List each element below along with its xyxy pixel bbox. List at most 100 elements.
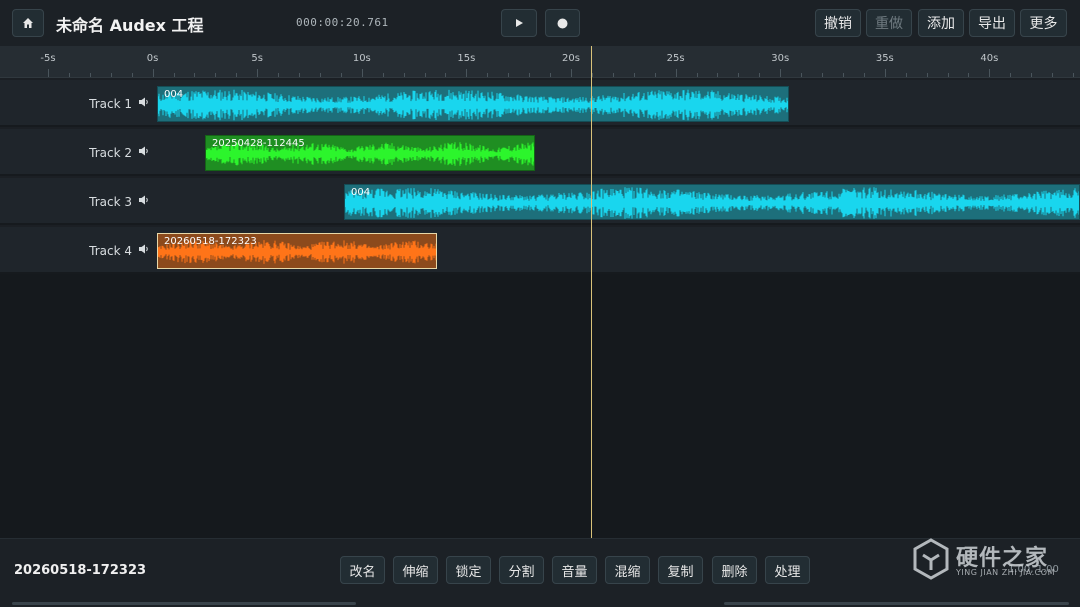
export-button[interactable]: 导出 — [969, 9, 1015, 37]
ruler-tick-line — [194, 73, 196, 77]
ruler-tick-line — [738, 73, 740, 77]
track-row-4[interactable]: Track 4 20260518-172323 — [0, 227, 1080, 274]
speaker-icon[interactable] — [138, 96, 150, 108]
watermark-logo: 硬件之家 YING JIAN ZHI JIA.COM — [912, 538, 1072, 582]
ruler-tick-line — [110, 73, 112, 77]
playhead[interactable] — [591, 46, 592, 538]
ruler-tick-label: 30s — [771, 53, 790, 64]
scrollbar-left[interactable] — [12, 602, 356, 605]
ruler-tick-label: 15s — [457, 53, 476, 64]
clip-label: 20260518-172323 — [164, 236, 257, 247]
ruler-tick-line — [382, 73, 384, 77]
scrollbar-right[interactable] — [724, 602, 1069, 605]
ruler-tick-label: 35s — [875, 53, 894, 64]
ruler-tick-label: 10s — [352, 53, 371, 64]
waveform-path — [345, 187, 1079, 219]
speaker-icon[interactable] — [138, 194, 150, 206]
top-toolbar: 未命名 Audex 工程 000:00:20.761 撤销 重做 添加 导出 更… — [0, 0, 1080, 46]
ruler-tick-line — [759, 73, 761, 77]
ruler-tick-label: 40s — [980, 53, 999, 64]
ruler-tick-line — [131, 73, 133, 77]
ruler-tick-line — [361, 69, 363, 77]
ruler-tick-line — [989, 69, 991, 77]
ruler-tick-line — [466, 69, 468, 77]
ruler-tick-line — [1073, 73, 1075, 77]
ruler-tick-line — [780, 69, 782, 77]
speaker-icon[interactable] — [138, 145, 150, 157]
ruler-tick-label: 20s — [562, 53, 580, 64]
ruler-tick-line — [424, 73, 426, 77]
audio-clip[interactable]: 004 — [344, 184, 1080, 220]
clip-label: 004 — [351, 187, 371, 198]
ruler-tick-line — [173, 73, 175, 77]
ruler-tick-line — [926, 73, 928, 77]
stretch-button[interactable]: 伸缩 — [393, 556, 438, 584]
timecode-display: 000:00:20.761 — [296, 16, 389, 29]
copy-button[interactable]: 复制 — [658, 556, 703, 584]
audio-clip[interactable]: 20250428-112445 — [205, 135, 535, 171]
ruler-tick-line — [48, 69, 49, 77]
empty-track-area[interactable] — [0, 274, 1080, 538]
watermark-subtext: YING JIAN ZHI JIA.COM — [956, 568, 1055, 577]
volume-button[interactable]: 音量 — [552, 556, 597, 584]
ruler-tick-line — [257, 69, 259, 77]
ruler-tick-line — [299, 73, 301, 77]
ruler-tick-line — [863, 73, 865, 77]
play-button[interactable] — [501, 9, 537, 37]
home-button[interactable] — [12, 9, 44, 37]
track-name: Track 3 — [89, 195, 132, 209]
clip-label: 20250428-112445 — [212, 138, 305, 149]
track-name: Track 1 — [89, 97, 132, 111]
track-row-2[interactable]: Track 2 20250428-112445 — [0, 129, 1080, 176]
ruler-tick-line — [822, 73, 824, 77]
redo-button[interactable]: 重做 — [866, 9, 912, 37]
timeline-ruler[interactable]: -5s 0s 5s 10s 15s 20s 25s 30s 35s 40s — [0, 46, 1080, 78]
audio-clip-selected[interactable]: 20260518-172323 — [157, 233, 437, 269]
audio-clip[interactable]: 004 — [157, 86, 789, 122]
waveform — [345, 187, 1079, 219]
ruler-tick-line — [1010, 73, 1012, 77]
undo-button[interactable]: 撤销 — [815, 9, 861, 37]
ruler-tick-line — [1031, 73, 1033, 77]
rename-button[interactable]: 改名 — [340, 556, 385, 584]
mixdown-button[interactable]: 混缩 — [605, 556, 650, 584]
home-icon — [23, 18, 33, 28]
more-button[interactable]: 更多 — [1020, 9, 1067, 37]
split-button[interactable]: 分割 — [499, 556, 544, 584]
waveform — [158, 89, 788, 121]
ruler-tick-line — [947, 73, 949, 77]
add-button[interactable]: 添加 — [918, 9, 964, 37]
ruler-tick-line — [968, 73, 970, 77]
ruler-tick-line — [445, 73, 447, 77]
delete-button[interactable]: 删除 — [712, 556, 757, 584]
cube-logo-icon — [913, 538, 949, 580]
track-name: Track 4 — [89, 244, 132, 258]
ruler-tick-line — [842, 73, 844, 77]
ruler-tick-line — [529, 73, 531, 77]
ruler-tick-line — [696, 73, 698, 77]
speaker-icon[interactable] — [138, 243, 150, 255]
process-button[interactable]: 处理 — [765, 556, 810, 584]
ruler-tick-line — [278, 73, 280, 77]
ruler-tick-line — [152, 69, 154, 77]
record-icon — [557, 18, 568, 28]
record-button[interactable] — [545, 9, 580, 37]
track-row-3[interactable]: Track 3 004 — [0, 178, 1080, 225]
lock-button[interactable]: 锁定 — [446, 556, 491, 584]
ruler-tick-label: 25s — [666, 53, 685, 64]
ruler-tick-line — [340, 73, 342, 77]
ruler-tick-line — [612, 73, 614, 77]
ruler-tick-line — [717, 73, 719, 77]
ruler-tick-line — [905, 73, 907, 77]
ruler-tick-line — [801, 73, 803, 77]
ruler-tick-line — [319, 73, 321, 77]
ruler-tick-label: 0s — [146, 53, 159, 64]
ruler-tick-label: 5s — [251, 53, 263, 64]
waveform-path — [158, 89, 788, 121]
track-name: Track 2 — [89, 146, 132, 160]
ruler-tick-line — [89, 73, 91, 77]
ruler-tick-line — [508, 73, 510, 77]
ruler-tick-line — [571, 69, 572, 77]
track-row-1[interactable]: Track 1 004 — [0, 80, 1080, 127]
ruler-tick-line — [1052, 73, 1054, 77]
